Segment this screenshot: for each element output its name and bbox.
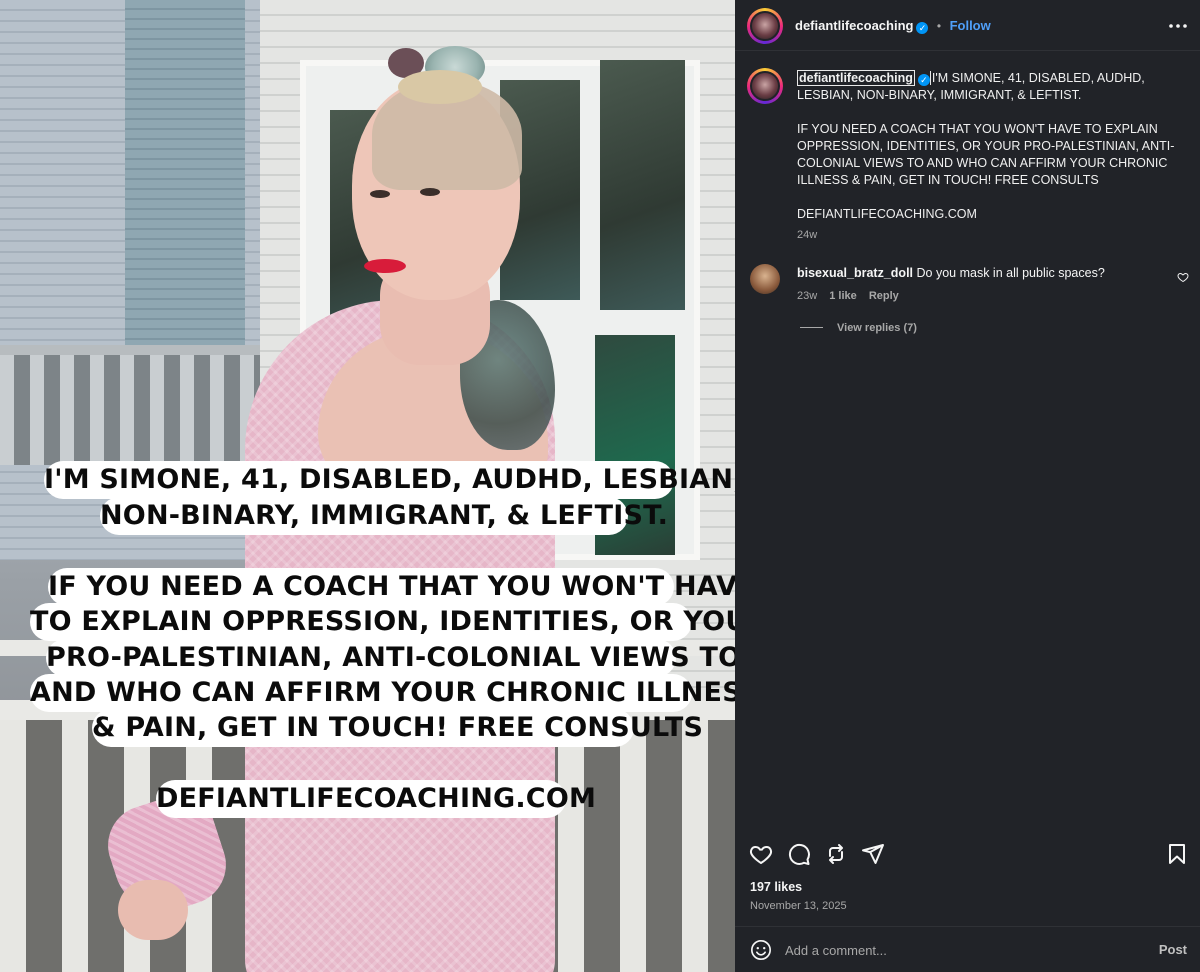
caption-website: DEFIANTLIFECOACHING.COM <box>797 207 977 221</box>
view-replies-button[interactable]: View replies (7) <box>800 322 917 334</box>
background-siding-teal <box>125 0 245 350</box>
hair-accessory <box>398 70 482 104</box>
post-header: defiantlifecoaching ✓ • Follow <box>735 0 1200 51</box>
like-heart-icon[interactable] <box>749 842 773 866</box>
comment-meta: 23w 1 like Reply <box>797 290 908 302</box>
header-user-row: defiantlifecoaching ✓ • Follow <box>795 17 991 35</box>
action-bar <box>735 838 1200 868</box>
comment: bisexual_bratz_doll Do you mask in all p… <box>797 265 1167 282</box>
comment-input-bar: Post <box>735 926 1200 972</box>
more-horizontal-icon[interactable] <box>1168 16 1188 36</box>
comment-username[interactable]: bisexual_bratz_doll <box>797 266 913 280</box>
overlay-text-line: PRO-PALESTINIAN, ANTI-COLONIAL VIEWS TO <box>46 639 735 677</box>
emoji-icon[interactable] <box>750 939 772 961</box>
follow-button[interactable]: Follow <box>950 18 991 33</box>
header-username[interactable]: defiantlifecoaching <box>795 18 913 33</box>
person-lips <box>364 259 406 273</box>
caption-age[interactable]: 24w <box>797 227 1177 244</box>
likes-count[interactable]: 197 likes <box>750 880 802 894</box>
overlay-text-line: AND WHO CAN AFFIRM YOUR CHRONIC ILLNESS <box>30 674 735 712</box>
header-separator: • <box>936 19 942 33</box>
share-send-icon[interactable] <box>861 842 885 866</box>
caption-username[interactable]: defiantlifecoaching <box>797 70 915 86</box>
comment-bubble-icon[interactable] <box>787 842 811 866</box>
comment-age[interactable]: 23w <box>797 290 817 302</box>
overlay-text-line: & PAIN, GET IN TOUCH! FREE CONSULTS <box>92 709 703 747</box>
view-replies-label: View replies (7) <box>837 322 917 334</box>
person-eye <box>370 190 390 198</box>
window-pane <box>600 60 685 310</box>
overlay-text-line: IF YOU NEED A COACH THAT YOU WON'T HAVE <box>48 568 735 606</box>
comment-text: Do you mask in all public spaces? <box>916 266 1105 280</box>
comment-likes[interactable]: 1 like <box>829 290 857 302</box>
commenter-avatar[interactable] <box>750 264 780 294</box>
post-details-panel: defiantlifecoaching ✓ • Follow defiantlif… <box>735 0 1200 972</box>
overlay-text-line: DEFIANTLIFECOACHING.COM <box>156 780 596 818</box>
post-image[interactable]: I'M SIMONE, 41, DISABLED, AUDHD, LESBIAN… <box>0 0 735 972</box>
post-caption: defiantlifecoaching ✓ I'M SIMONE, 41, DISA… <box>797 70 1177 244</box>
save-bookmark-icon[interactable] <box>1165 842 1189 866</box>
overlay-text-line: I'M SIMONE, 41, DISABLED, AUDHD, LESBIAN… <box>44 461 735 499</box>
add-comment-input[interactable] <box>785 939 1115 961</box>
overlay-text-line: TO EXPLAIN OPPRESSION, IDENTITIES, OR YO… <box>30 603 735 641</box>
verified-badge-icon: ✓ <box>917 74 930 86</box>
repost-icon[interactable] <box>824 842 848 866</box>
person-eye <box>420 188 440 196</box>
comment-like-heart-icon[interactable] <box>1177 271 1189 283</box>
caption-avatar[interactable] <box>747 68 783 104</box>
author-avatar[interactable] <box>747 8 783 44</box>
background-balusters <box>0 355 260 465</box>
overlay-text-line: NON-BINARY, IMMIGRANT, & LEFTIST. <box>100 497 668 535</box>
verified-badge-icon: ✓ <box>916 22 929 34</box>
post-date: November 13, 2025 <box>750 900 847 912</box>
caption-body: IF YOU NEED A COACH THAT YOU WON'T HAVE … <box>797 122 1175 187</box>
comment-reply-button[interactable]: Reply <box>869 290 899 302</box>
post-comment-button[interactable]: Post <box>1159 942 1187 957</box>
replies-divider <box>800 327 823 328</box>
person-hand <box>118 880 188 940</box>
